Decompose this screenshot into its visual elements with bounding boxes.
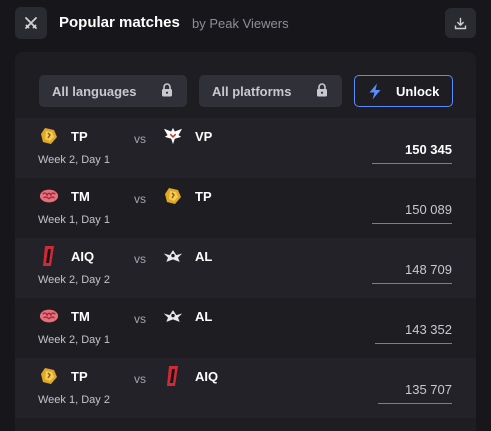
team2: AL: [163, 246, 212, 266]
match-row[interactable]: TM vs TP Week 1, Day 1 150 089: [15, 178, 476, 238]
viewer-bar: [372, 163, 452, 164]
team1: TM: [39, 186, 90, 206]
tp-logo: [39, 126, 59, 146]
team1: TM: [39, 306, 90, 326]
platform-filter-label: All platforms: [212, 83, 292, 99]
tp-logo: [39, 366, 59, 386]
team2-name: AL: [195, 248, 213, 264]
peak-viewers: 143 352: [405, 322, 452, 337]
team1-name: TM: [71, 308, 90, 324]
lock-icon: [317, 83, 327, 97]
unlock-button[interactable]: Unlock: [354, 75, 453, 107]
viewer-bar-track: [372, 163, 452, 164]
team2-name: AIQ: [195, 368, 219, 384]
vp-logo: [163, 126, 183, 146]
match-row[interactable]: TP vs AIQ Week 1, Day 2 135 707: [15, 358, 476, 418]
team1: TP: [39, 126, 88, 146]
match-row[interactable]: TP vs VP Week 2, Day 1 150 345: [15, 118, 476, 178]
team2-name: TP: [195, 188, 212, 204]
page-subtitle: by Peak Viewers: [192, 16, 289, 31]
vs-label: vs: [134, 372, 146, 386]
language-filter[interactable]: All languages: [39, 75, 187, 107]
lightning-icon: [368, 83, 382, 100]
download-button[interactable]: [445, 8, 476, 38]
match-row[interactable]: AIQ vs AL Week 2, Day 2 148 709: [15, 238, 476, 298]
viewer-bar-track: [372, 343, 452, 344]
vs-label: vs: [134, 312, 146, 326]
match-date: Week 1, Day 2: [38, 394, 110, 406]
team1-name: TM: [71, 188, 90, 204]
aiq-logo: [163, 366, 183, 386]
page-title: Popular matches: [59, 14, 180, 31]
team1-name: TP: [71, 368, 88, 384]
team2: VP: [163, 126, 212, 146]
matches-panel: All languages All platforms Unlock TP vs V…: [15, 52, 476, 431]
team2: TP: [163, 186, 212, 206]
language-filter-label: All languages: [52, 83, 137, 99]
tm-logo: [39, 306, 59, 326]
match-date: Week 2, Day 1: [38, 154, 110, 166]
viewer-bar: [375, 343, 452, 344]
viewer-bar: [372, 283, 452, 284]
peak-viewers: 148 709: [405, 262, 452, 277]
team2: AIQ: [163, 366, 218, 386]
team1: TP: [39, 366, 88, 386]
team1-name: TP: [71, 128, 88, 144]
aiq-logo: [39, 246, 59, 266]
team2: AL: [163, 306, 212, 326]
team1-name: AIQ: [71, 248, 95, 264]
al-logo: [163, 246, 183, 266]
viewer-bar-track: [372, 223, 452, 224]
vs-label: vs: [134, 192, 146, 206]
vs-label: vs: [134, 132, 146, 146]
viewer-bar-track: [372, 403, 452, 404]
match-date: Week 2, Day 2: [38, 274, 110, 286]
tm-logo: [39, 186, 59, 206]
peak-viewers: 135 707: [405, 382, 452, 397]
viewer-bar-track: [372, 283, 452, 284]
team2-name: VP: [195, 128, 213, 144]
unlock-label: Unlock: [396, 83, 440, 99]
match-row[interactable]: TM vs AL Week 2, Day 1 143 352: [15, 298, 476, 358]
crossed-swords-icon[interactable]: [15, 7, 47, 39]
viewer-bar: [378, 403, 452, 404]
match-date: Week 2, Day 1: [38, 334, 110, 346]
platform-filter[interactable]: All platforms: [199, 75, 342, 107]
tp-logo: [163, 186, 183, 206]
match-date: Week 1, Day 1: [38, 214, 110, 226]
download-icon: [454, 17, 467, 29]
lock-icon: [162, 83, 172, 97]
team2-name: AL: [195, 308, 213, 324]
peak-viewers: 150 089: [405, 202, 452, 217]
al-logo: [163, 306, 183, 326]
header: Popular matches by Peak Viewers: [0, 0, 491, 46]
viewer-bar: [372, 223, 452, 224]
team1: AIQ: [39, 246, 94, 266]
vs-label: vs: [134, 252, 146, 266]
peak-viewers: 150 345: [405, 142, 452, 157]
